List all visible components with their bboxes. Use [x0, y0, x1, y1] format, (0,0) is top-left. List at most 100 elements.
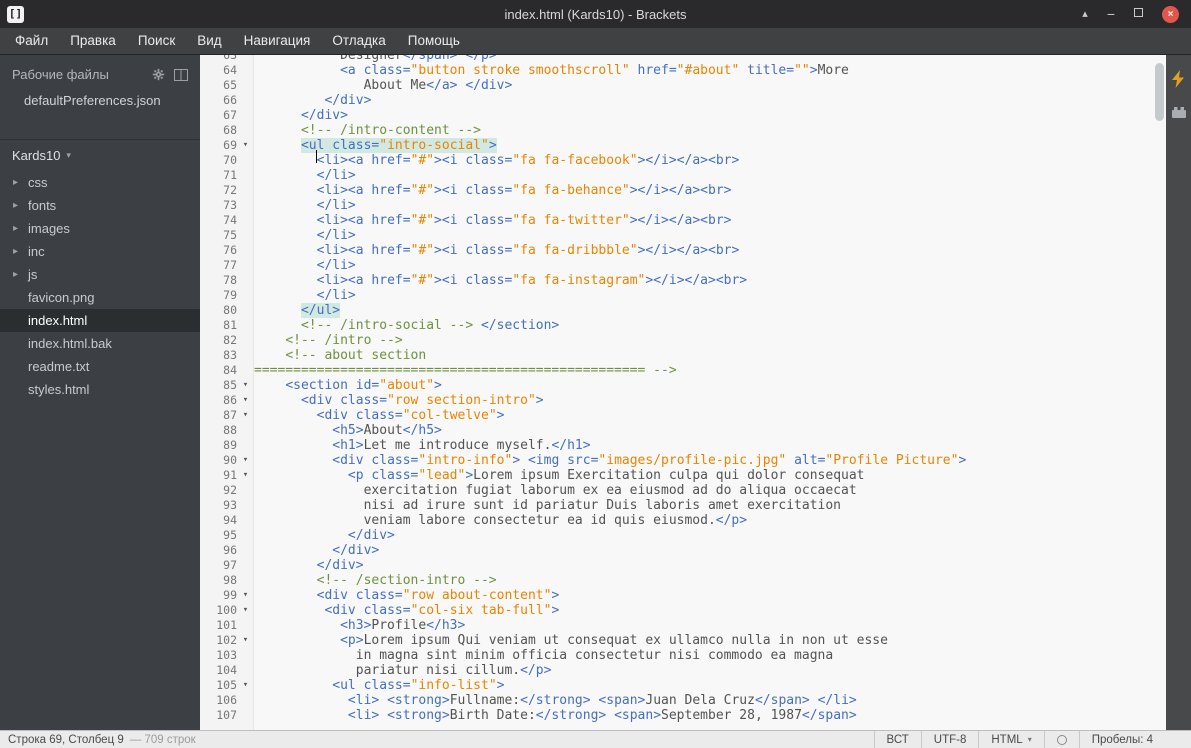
- fold-arrow-icon[interactable]: ▾: [237, 393, 254, 408]
- line-number[interactable]: 77: [200, 258, 237, 273]
- encoding-indicator[interactable]: UTF-8: [920, 731, 979, 748]
- tree-item-css[interactable]: ▸ css: [0, 171, 200, 194]
- line-number[interactable]: 104: [200, 663, 237, 678]
- editor[interactable]: 63 Designer</span> </p> 64 <a class="butt…: [200, 55, 1166, 730]
- code-line-68[interactable]: 68 <!-- /intro-content -->: [200, 123, 1166, 138]
- tree-item-index-html-bak[interactable]: index.html.bak: [0, 332, 200, 355]
- line-number[interactable]: 107: [200, 708, 237, 723]
- line-number[interactable]: 84: [200, 363, 237, 378]
- line-number[interactable]: 83: [200, 348, 237, 363]
- folder-arrow-icon[interactable]: ▸: [13, 177, 28, 188]
- line-number[interactable]: 85: [200, 378, 237, 393]
- lego-brick-icon[interactable]: [1171, 105, 1187, 119]
- line-number[interactable]: 101: [200, 618, 237, 633]
- code-line-67[interactable]: 67 </div>: [200, 108, 1166, 123]
- fold-arrow-icon[interactable]: ▾: [237, 138, 254, 153]
- tree-item-inc[interactable]: ▸ inc: [0, 240, 200, 263]
- code-line-71[interactable]: 71 </li>: [200, 168, 1166, 183]
- line-number[interactable]: 94: [200, 513, 237, 528]
- folder-arrow-icon[interactable]: ▸: [13, 246, 28, 257]
- line-number[interactable]: 93: [200, 498, 237, 513]
- line-number[interactable]: 99: [200, 588, 237, 603]
- line-number[interactable]: 74: [200, 213, 237, 228]
- menu-item-edit[interactable]: Правка: [59, 28, 127, 54]
- code-line-76[interactable]: 76 <li><a href="#"><i class="fa fa-dribb…: [200, 243, 1166, 258]
- line-number[interactable]: 69: [200, 138, 237, 153]
- code-line-97[interactable]: 97 </div>: [200, 558, 1166, 573]
- menu-item-debug[interactable]: Отладка: [321, 28, 396, 54]
- line-number[interactable]: 97: [200, 558, 237, 573]
- line-number[interactable]: 96: [200, 543, 237, 558]
- fold-arrow-icon[interactable]: ▾: [237, 408, 254, 423]
- code-line-72[interactable]: 72 <li><a href="#"><i class="fa fa-behan…: [200, 183, 1166, 198]
- code-line-64[interactable]: 64 <a class="button stroke smoothscroll"…: [200, 63, 1166, 78]
- fold-arrow-icon[interactable]: ▾: [237, 588, 254, 603]
- code-line-77[interactable]: 77 </li>: [200, 258, 1166, 273]
- line-number[interactable]: 88: [200, 423, 237, 438]
- tree-item-index-html[interactable]: index.html: [0, 309, 200, 332]
- code-line-89[interactable]: 89 <h1>Let me introduce myself.</h1>: [200, 438, 1166, 453]
- fold-arrow-icon[interactable]: ▾: [237, 633, 254, 648]
- menu-item-view[interactable]: Вид: [186, 28, 232, 54]
- tree-item-readme-txt[interactable]: readme.txt: [0, 355, 200, 378]
- split-view-icon[interactable]: [174, 68, 188, 81]
- code-line-65[interactable]: 65 About Me</a> </div>: [200, 78, 1166, 93]
- line-number[interactable]: 76: [200, 243, 237, 258]
- line-number[interactable]: 67: [200, 108, 237, 123]
- code-line-103[interactable]: 103 in magna sint minim officia consecte…: [200, 648, 1166, 663]
- folder-arrow-icon[interactable]: ▸: [13, 200, 28, 211]
- code-line-79[interactable]: 79 </li>: [200, 288, 1166, 303]
- code-line-66[interactable]: 66 </div>: [200, 93, 1166, 108]
- tree-item-favicon-png[interactable]: favicon.png: [0, 286, 200, 309]
- line-number[interactable]: 65: [200, 78, 237, 93]
- code-line-92[interactable]: 92 exercitation fugiat laborum ex ea eiu…: [200, 483, 1166, 498]
- menu-item-file[interactable]: Файл: [4, 28, 59, 54]
- line-number[interactable]: 90: [200, 453, 237, 468]
- code-line-90[interactable]: 90 ▾ <div class="intro-info"> <img src="i…: [200, 453, 1166, 468]
- code-line-102[interactable]: 102 ▾ <p>Lorem ipsum Qui veniam ut conseq…: [200, 633, 1166, 648]
- line-number[interactable]: 105: [200, 678, 237, 693]
- tree-item-images[interactable]: ▸ images: [0, 217, 200, 240]
- language-dropdown[interactable]: HTML ▾: [978, 731, 1043, 748]
- lightning-bolt-icon[interactable]: [1171, 70, 1186, 88]
- tree-item-js[interactable]: ▸ js: [0, 263, 200, 286]
- minimize-icon[interactable]: −: [1107, 6, 1115, 22]
- line-number[interactable]: 106: [200, 693, 237, 708]
- line-number[interactable]: 79: [200, 288, 237, 303]
- line-number[interactable]: 102: [200, 633, 237, 648]
- lint-status[interactable]: [1043, 731, 1079, 748]
- line-number[interactable]: 73: [200, 198, 237, 213]
- line-number[interactable]: 75: [200, 228, 237, 243]
- fold-arrow-icon[interactable]: ▾: [237, 468, 254, 483]
- line-number[interactable]: 78: [200, 273, 237, 288]
- line-number[interactable]: 71: [200, 168, 237, 183]
- line-number[interactable]: 81: [200, 318, 237, 333]
- code-line-95[interactable]: 95 </div>: [200, 528, 1166, 543]
- project-dropdown[interactable]: Kards10 ▾: [0, 139, 200, 171]
- line-number[interactable]: 89: [200, 438, 237, 453]
- code-line-74[interactable]: 74 <li><a href="#"><i class="fa fa-twitt…: [200, 213, 1166, 228]
- code-line-63[interactable]: 63 Designer</span> </p>: [200, 55, 1166, 63]
- fold-arrow-icon[interactable]: ▾: [237, 678, 254, 693]
- line-number[interactable]: 82: [200, 333, 237, 348]
- fold-arrow-icon[interactable]: ▾: [237, 378, 254, 393]
- code-line-85[interactable]: 85 ▾ <section id="about">: [200, 378, 1166, 393]
- code-line-107[interactable]: 107 <li> <strong>Birth Date:</strong> <s…: [200, 708, 1166, 723]
- gear-icon[interactable]: [152, 68, 165, 81]
- line-number[interactable]: 70: [200, 153, 237, 168]
- code-line-73[interactable]: 73 </li>: [200, 198, 1166, 213]
- working-file-defaultpreferences-json[interactable]: defaultPreferences.json: [0, 89, 200, 112]
- menu-item-find[interactable]: Поиск: [127, 28, 186, 54]
- line-number[interactable]: 92: [200, 483, 237, 498]
- code-line-88[interactable]: 88 <h5>About</h5>: [200, 423, 1166, 438]
- code-line-96[interactable]: 96 </div>: [200, 543, 1166, 558]
- code-line-81[interactable]: 81 <!-- /intro-social --> </section>: [200, 318, 1166, 333]
- line-number[interactable]: 63: [200, 55, 237, 63]
- folder-arrow-icon[interactable]: ▸: [13, 223, 28, 234]
- line-number[interactable]: 91: [200, 468, 237, 483]
- code-line-99[interactable]: 99 ▾ <div class="row about-content">: [200, 588, 1166, 603]
- code-line-105[interactable]: 105 ▾ <ul class="info-list">: [200, 678, 1166, 693]
- line-number[interactable]: 80: [200, 303, 237, 318]
- code-line-70[interactable]: 70 <li><a href="#"><i class="fa fa-faceb…: [200, 153, 1166, 168]
- code-line-84[interactable]: 84 ======================================…: [200, 363, 1166, 378]
